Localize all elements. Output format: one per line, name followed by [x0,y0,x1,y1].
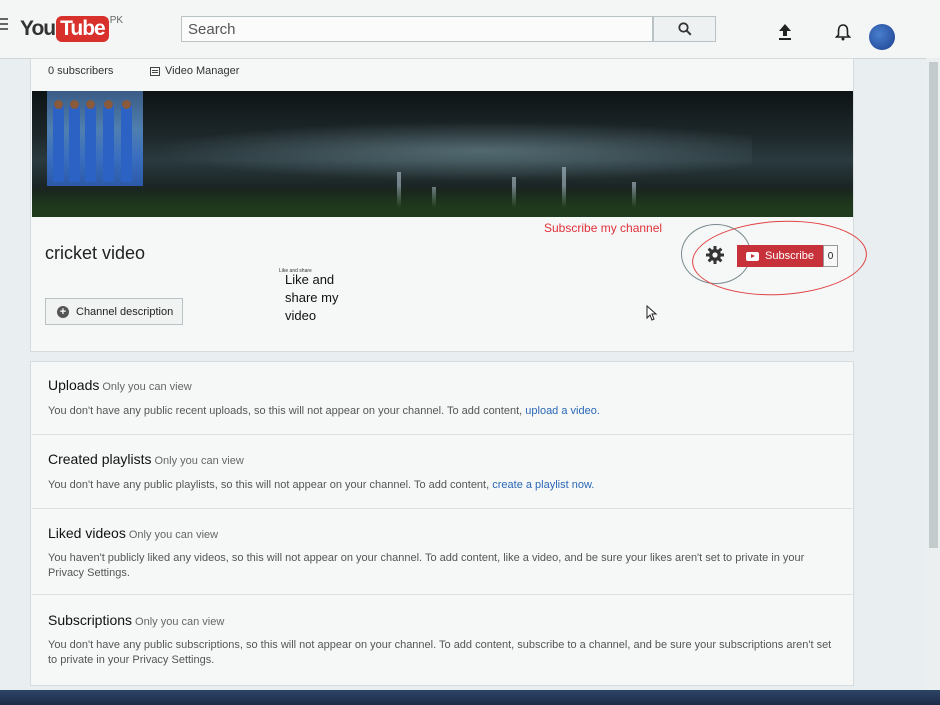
visibility-note: Only you can view [135,616,225,628]
play-icon [746,251,760,261]
section-text: You don't have any public subscriptions,… [48,639,832,666]
search-button[interactable] [653,16,716,42]
search-box [181,16,653,42]
annotation-subscribe-note: Subscribe my channel [544,221,663,235]
divider [32,434,852,435]
gear-icon [706,246,724,264]
youtube-logo[interactable]: You Tube PK [20,15,124,44]
section-text: You haven't publicly liked any videos, s… [48,552,805,579]
section-title: Uploads Only you can view [48,377,192,393]
menu-icon[interactable] [0,18,8,32]
bell-icon [835,24,851,41]
plus-icon: + [57,305,69,318]
search-input[interactable] [182,17,652,41]
annotation-like-share: Like and share my video [285,272,339,323]
visibility-note: Only you can view [102,381,192,393]
logo-you: You [20,17,56,40]
video-manager-label: Video Manager [165,65,240,77]
create-playlist-link[interactable]: create a playlist now. [492,479,594,491]
video-manager-icon [150,66,160,76]
notifications-button[interactable] [833,22,853,42]
divider [32,594,852,595]
logo-tube: Tube [56,16,109,42]
account-avatar[interactable] [869,24,895,50]
cursor-icon [646,305,658,321]
divider [32,508,852,509]
channel-banner [32,91,853,217]
channel-description-label: Channel description [76,305,174,318]
subscribe-label: Subscribe [765,250,814,262]
channel-description-button[interactable]: + Channel description [45,298,183,325]
video-manager-link[interactable]: Video Manager [150,65,239,77]
subscriber-count: 0 subscribers [48,65,114,77]
logo-country: PK [109,15,124,26]
channel-avatar[interactable] [47,91,143,186]
section-text: You don't have any public playlists, so … [48,479,595,491]
visibility-note: Only you can view [154,455,244,467]
subscribe-button[interactable]: Subscribe [737,245,823,267]
upload-icon [779,24,791,40]
channel-title: cricket video [45,243,146,263]
upload-video-link[interactable]: upload a video. [525,405,600,417]
section-title: Created playlists Only you can view [48,451,244,467]
section-title: Subscriptions Only you can view [48,612,225,628]
upload-button[interactable] [775,22,795,42]
search-icon [677,22,692,36]
scrollbar-thumb[interactable] [929,62,938,548]
visibility-note: Only you can view [128,529,219,541]
channel-settings-button[interactable] [705,245,725,265]
section-text: You don't have any public recent uploads… [48,405,600,417]
subscribe-count: 0 [823,245,838,267]
os-taskbar [0,690,940,705]
section-title: Liked videos Only you can view [48,525,219,541]
top-header: You Tube PK [0,0,940,59]
